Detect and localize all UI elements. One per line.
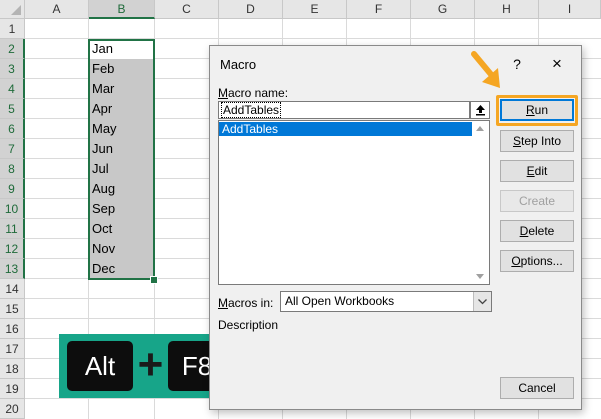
select-all-corner[interactable] [0,0,25,19]
edit-label: dit [534,164,548,178]
column-header-c[interactable]: C [155,0,219,19]
plus-sign: + [137,340,164,389]
row-header-16[interactable]: 16 [0,319,25,339]
row-header-11[interactable]: 11 [0,219,25,239]
cell-b7[interactable]: Jun [89,139,154,159]
dialog-title: Macro [220,57,257,72]
select-all-triangle [11,5,21,15]
step-into-label: tep Into [520,134,562,148]
macros-in-label-text: acros in: [228,296,274,310]
column-header-i[interactable]: I [539,0,601,19]
create-button[interactable]: Create [500,190,574,212]
column-header-b[interactable]: B [89,0,155,19]
collapse-dialog-button[interactable] [470,101,490,119]
fill-handle[interactable] [150,276,158,284]
cell-b8[interactable]: Jul [89,159,154,179]
options-accel: O [511,254,521,268]
row-header-1[interactable]: 1 [0,19,25,39]
macro-name-label-text: acro name: [228,86,289,100]
macro-list[interactable]: AddTables [218,120,490,285]
column-header-h[interactable]: H [475,0,539,19]
cell-b13[interactable]: Dec [89,259,154,279]
alt-key: Alt [67,341,133,391]
cell-b5[interactable]: Apr [89,99,154,119]
row-header-2[interactable]: 2 [0,39,25,59]
row-header-5[interactable]: 5 [0,99,25,119]
options-label: ptions... [520,254,563,268]
step-into-accel: S [512,134,521,148]
macros-in-dropdown[interactable]: All Open Workbooks [280,291,492,312]
cell-b2[interactable]: Jan [89,39,154,59]
cell-b6[interactable]: May [89,119,154,139]
row-header-8[interactable]: 8 [0,159,25,179]
cell-b3[interactable]: Feb [89,59,154,79]
cell-b10[interactable]: Sep [89,199,154,219]
macros-in-label: Macros in: [218,296,273,310]
scroll-down-icon[interactable] [476,274,484,279]
description-label: Description [218,318,279,332]
row-header-15[interactable]: 15 [0,299,25,319]
chevron-down-icon [478,299,487,305]
column-header-f[interactable]: F [347,0,411,19]
row-header-7[interactable]: 7 [0,139,25,159]
row-header-3[interactable]: 3 [0,59,25,79]
row-header-10[interactable]: 10 [0,199,25,219]
column-header-a[interactable]: A [25,0,89,19]
row-header-6[interactable]: 6 [0,119,25,139]
row-header-20[interactable]: 20 [0,399,25,419]
row-header-14[interactable]: 14 [0,279,25,299]
options-button[interactable]: Options... [500,250,574,272]
delete-label: elete [528,224,555,238]
dropdown-arrow[interactable] [473,292,491,311]
upload-arrow-icon [476,105,485,116]
close-button[interactable]: × [547,54,567,74]
delete-button[interactable]: Delete [500,220,574,242]
keyboard-shortcut-banner: Alt + F8 [59,334,232,398]
macro-name-label-accel: M [218,86,228,100]
column-header-e[interactable]: E [283,0,347,19]
delete-accel: D [519,224,529,238]
list-scrollbar[interactable] [472,121,489,284]
run-button-highlight [496,95,578,126]
pointer-arrow-icon [471,51,500,88]
column-header-d[interactable]: D [219,0,283,19]
macros-in-value: All Open Workbooks [285,294,395,308]
edit-button[interactable]: Edit [500,160,574,182]
scroll-up-icon[interactable] [476,126,484,131]
cell-b4[interactable]: Mar [89,79,154,99]
row-header-9[interactable]: 9 [0,179,25,199]
row-header-4[interactable]: 4 [0,79,25,99]
macro-name-value: AddTables [221,102,282,118]
macro-name-input[interactable]: AddTables [218,101,470,119]
cell-b12[interactable]: Nov [89,239,154,259]
cell-b9[interactable]: Aug [89,179,154,199]
row-header-12[interactable]: 12 [0,239,25,259]
column-header-g[interactable]: G [411,0,475,19]
macros-in-label-accel: M [218,296,228,310]
step-into-button[interactable]: Step Into [500,130,574,152]
row-header-13[interactable]: 13 [0,259,25,279]
edit-accel: E [526,164,535,178]
cancel-button[interactable]: Cancel [500,377,574,399]
macro-name-label: Macro name: [218,86,288,100]
row-header-18[interactable]: 18 [0,359,25,379]
row-header-19[interactable]: 19 [0,379,25,399]
list-item[interactable]: AddTables [219,122,473,136]
row-header-17[interactable]: 17 [0,339,25,359]
cell-b11[interactable]: Oct [89,219,154,239]
help-button[interactable]: ? [507,54,527,74]
